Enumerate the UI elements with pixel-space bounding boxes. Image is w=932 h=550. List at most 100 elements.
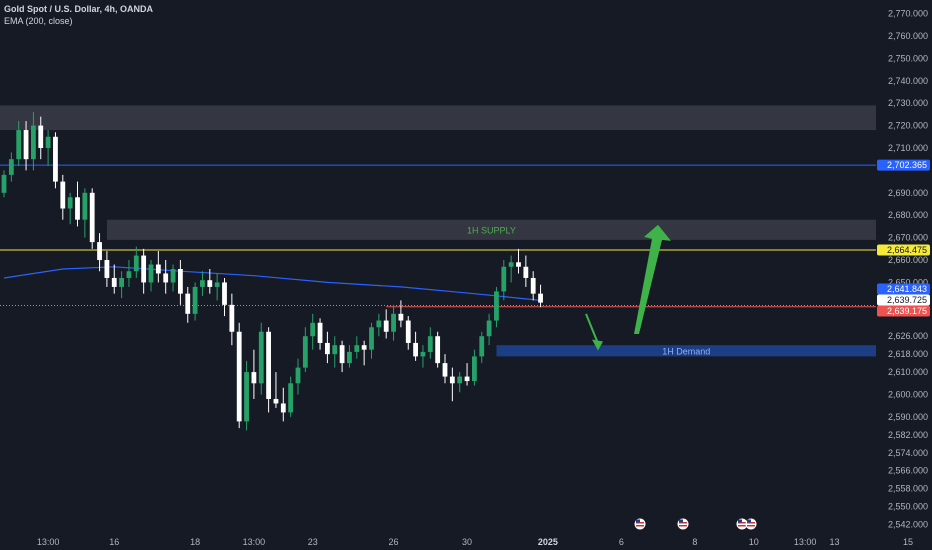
candle-body[interactable]: [148, 264, 154, 283]
candle-body[interactable]: [16, 130, 22, 160]
price-tick-label: 2,610.000: [888, 367, 928, 377]
price-tick-label: 2,720.000: [888, 121, 928, 131]
price-tick-label: 2,582.000: [888, 430, 928, 440]
ema-line[interactable]: [3, 266, 541, 301]
supply-zone-1h-label: 1H SUPPLY: [467, 225, 516, 235]
time-tick-label: 16: [109, 537, 119, 547]
price-tick-label: 2,660.000: [888, 255, 928, 265]
candle-body[interactable]: [89, 192, 95, 243]
candle-body[interactable]: [273, 398, 279, 404]
candle-body[interactable]: [185, 293, 191, 314]
candle-body[interactable]: [104, 260, 110, 278]
candle-body[interactable]: [207, 280, 213, 287]
candle-body[interactable]: [82, 192, 88, 220]
candle-body[interactable]: [347, 351, 352, 364]
candle-body[interactable]: [53, 136, 58, 182]
candle-body[interactable]: [391, 313, 396, 332]
time-tick-label: 23: [308, 537, 318, 547]
candle-body[interactable]: [214, 282, 220, 287]
candle-body[interactable]: [23, 130, 29, 160]
candle-body[interactable]: [317, 322, 323, 343]
candle-body[interactable]: [119, 277, 124, 287]
candle-body[interactable]: [501, 266, 507, 292]
candle-body[interactable]: [398, 313, 404, 321]
candle-body[interactable]: [133, 255, 139, 272]
candle-body[interactable]: [258, 331, 264, 384]
candle-body[interactable]: [8, 159, 14, 175]
candle-body[interactable]: [280, 403, 286, 413]
candle-body[interactable]: [200, 280, 205, 287]
candle-body[interactable]: [538, 293, 543, 303]
candle-body[interactable]: [383, 320, 389, 332]
price-tick-label: 2,680.000: [888, 210, 928, 220]
candle-body[interactable]: [60, 181, 66, 209]
candle-body[interactable]: [332, 345, 338, 355]
candle-body[interactable]: [523, 266, 529, 278]
candle-body[interactable]: [339, 345, 345, 364]
candle-body[interactable]: [516, 262, 521, 267]
candle-body[interactable]: [155, 264, 161, 274]
price-tick-label: 2,618.000: [888, 349, 928, 359]
price-tick-label: 2,590.000: [888, 412, 928, 422]
candle-body[interactable]: [310, 322, 316, 337]
candle-body[interactable]: [442, 363, 448, 377]
candle-body[interactable]: [170, 269, 176, 283]
candle-body[interactable]: [435, 336, 441, 364]
price-tick-label: 2,574.000: [888, 448, 928, 458]
candle-body[interactable]: [38, 125, 44, 148]
candle-body[interactable]: [266, 331, 271, 399]
ema-indicator-label[interactable]: EMA (200, close): [4, 15, 153, 27]
candle-body[interactable]: [111, 277, 117, 287]
last-price-price-tag-label: 2,639.175: [887, 306, 927, 316]
candle-body[interactable]: [530, 277, 536, 294]
price-tick-label: 2,626.000: [888, 331, 928, 341]
candle-body[interactable]: [288, 383, 294, 413]
candle-body[interactable]: [75, 197, 80, 220]
candle-body[interactable]: [472, 356, 477, 382]
candle-body[interactable]: [178, 269, 183, 294]
candle-body[interactable]: [141, 255, 147, 283]
candle-body[interactable]: [369, 327, 374, 350]
candle-body[interactable]: [508, 262, 514, 267]
candle-body[interactable]: [302, 336, 308, 368]
candle-body[interactable]: [325, 342, 330, 355]
candle-body[interactable]: [126, 271, 132, 278]
candle-body[interactable]: [229, 304, 235, 332]
candle-body[interactable]: [31, 125, 36, 160]
candle-body[interactable]: [97, 242, 102, 261]
candle-body[interactable]: [449, 376, 455, 384]
candle-body[interactable]: [405, 320, 411, 343]
candle-body[interactable]: [361, 345, 367, 350]
candle-body[interactable]: [479, 336, 485, 357]
candle-body[interactable]: [354, 345, 360, 352]
top-supply-zone[interactable]: [0, 105, 876, 131]
candle-body[interactable]: [163, 273, 169, 283]
candle-body[interactable]: [251, 372, 257, 384]
candle-body[interactable]: [413, 342, 418, 357]
candle-body[interactable]: [420, 351, 426, 357]
chart-legend: Gold Spot / U.S. Dollar, 4h, OANDA EMA (…: [4, 3, 153, 27]
candle-body[interactable]: [192, 286, 198, 314]
candle-body[interactable]: [464, 376, 470, 382]
us-flag-stripe-icon: [679, 525, 687, 527]
resistance-price-tag-label: 2,702.365: [887, 160, 927, 170]
candle-body[interactable]: [486, 320, 492, 337]
candle-body[interactable]: [67, 197, 73, 209]
chart-root[interactable]: 1H SUPPLY 1H Demand 2,542.000 2,550.000 2,55…: [0, 0, 932, 550]
symbol-title[interactable]: Gold Spot / U.S. Dollar, 4h, OANDA: [4, 3, 153, 15]
candle-body[interactable]: [45, 136, 51, 148]
up-arrow: [634, 224, 671, 334]
price-chart[interactable]: 1H SUPPLY 1H Demand 2,542.000 2,550.000 2,55…: [0, 0, 932, 550]
candle-body[interactable]: [457, 376, 463, 384]
candle-body[interactable]: [244, 372, 249, 422]
candle-body[interactable]: [1, 174, 7, 193]
candle-body[interactable]: [295, 367, 301, 384]
candle-body[interactable]: [427, 336, 433, 352]
price-tick-label: 2,566.000: [888, 466, 928, 476]
candle-body[interactable]: [376, 320, 382, 328]
candle-body[interactable]: [236, 331, 242, 422]
price-tick-label: 2,770.000: [888, 9, 928, 19]
candle-body[interactable]: [494, 291, 499, 321]
candle-body[interactable]: [222, 282, 227, 305]
price-tick-label: 2,740.000: [888, 76, 928, 86]
